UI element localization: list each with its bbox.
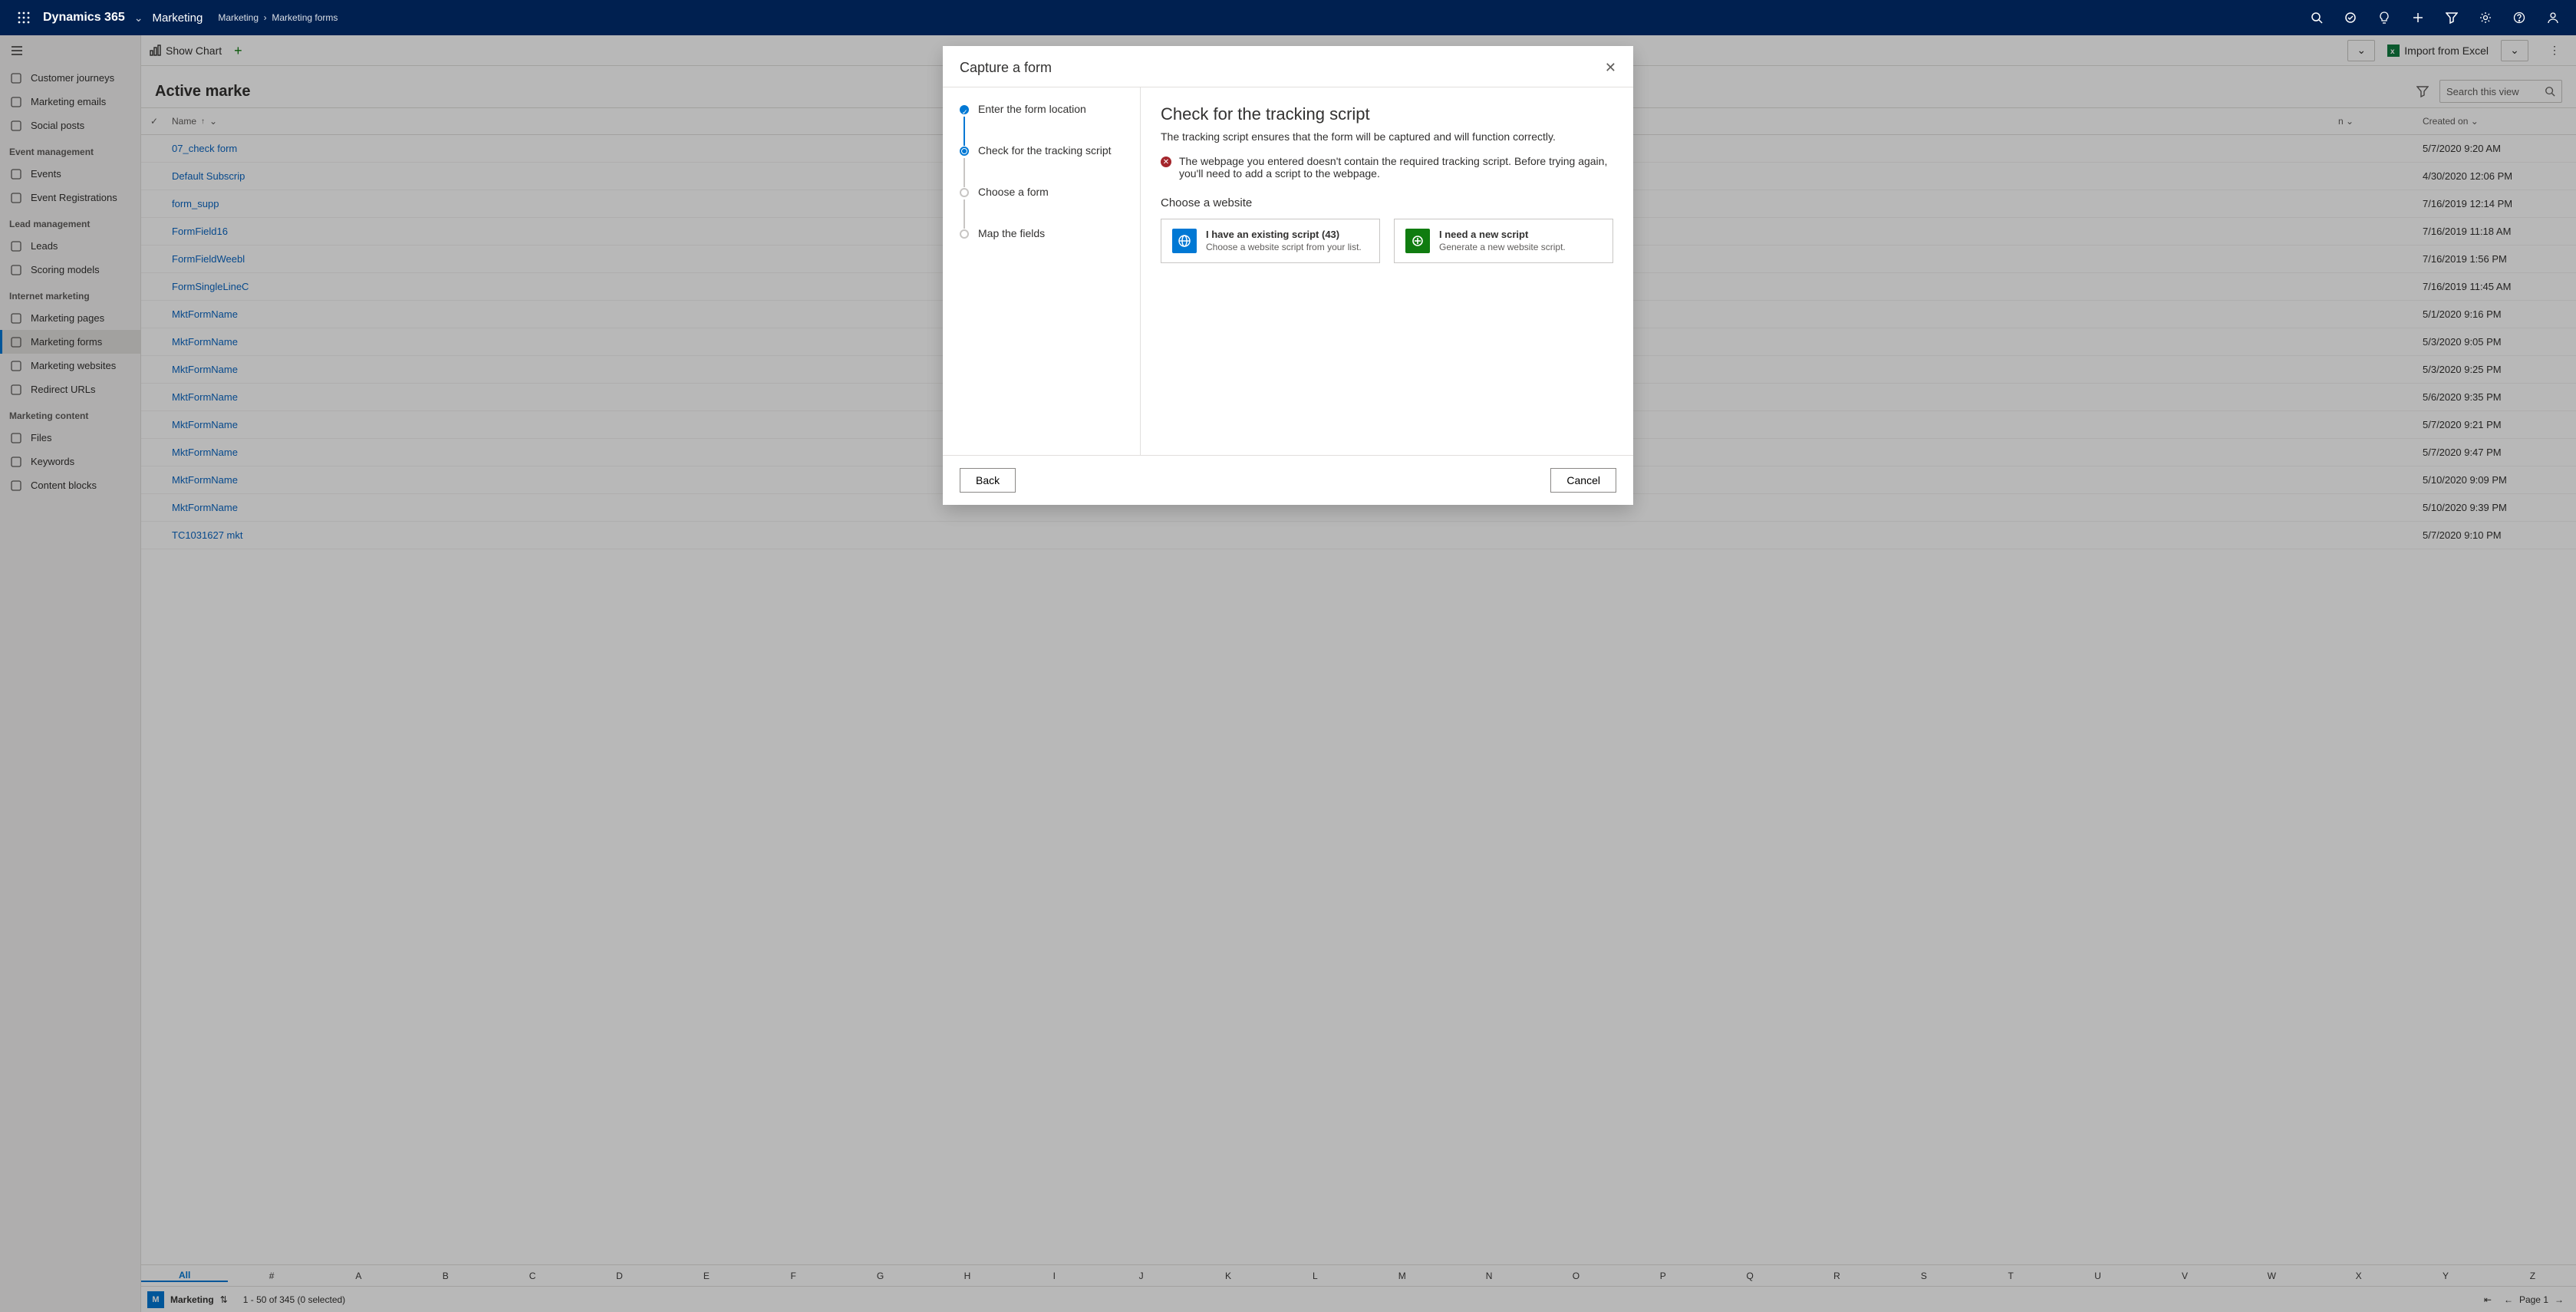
- search-icon[interactable]: [2300, 0, 2334, 35]
- help-icon[interactable]: [2502, 0, 2536, 35]
- existing-script-card[interactable]: I have an existing script (43) Choose a …: [1161, 219, 1380, 263]
- choose-website-heading: Choose a website: [1161, 196, 1613, 209]
- new-card-desc: Generate a new website script.: [1439, 242, 1566, 252]
- wizard-step[interactable]: Enter the form location: [960, 103, 1123, 144]
- error-text: The webpage you entered doesn't contain …: [1179, 155, 1613, 180]
- step-dot: [960, 229, 969, 239]
- globe-icon: [1172, 229, 1197, 253]
- crumb-2[interactable]: Marketing forms: [272, 12, 338, 23]
- wizard-steps: Enter the form location Check for the tra…: [943, 87, 1141, 455]
- crumb-1[interactable]: Marketing: [218, 12, 259, 23]
- cancel-button[interactable]: Cancel: [1550, 468, 1616, 493]
- wizard-step[interactable]: Choose a form: [960, 186, 1123, 227]
- global-header: Dynamics 365 ⌄ Marketing Marketing › Mar…: [0, 0, 2576, 35]
- panel-subtext: The tracking script ensures that the for…: [1161, 130, 1613, 143]
- task-icon[interactable]: [2334, 0, 2367, 35]
- step-label: Map the fields: [978, 227, 1045, 239]
- user-icon[interactable]: [2536, 0, 2570, 35]
- step-label: Enter the form location: [978, 103, 1086, 115]
- app-launcher-icon[interactable]: [6, 0, 41, 35]
- chevron-down-icon[interactable]: ⌄: [134, 12, 143, 25]
- step-dot: [960, 147, 969, 156]
- capture-form-modal: Capture a form ✕ Enter the form location…: [943, 46, 1633, 505]
- modal-title: Capture a form: [960, 60, 1052, 76]
- back-button[interactable]: Back: [960, 468, 1016, 493]
- step-dot: [960, 105, 969, 114]
- error-icon: ✕: [1161, 157, 1171, 167]
- step-label: Check for the tracking script: [978, 144, 1112, 157]
- new-card-title: I need a new script: [1439, 229, 1566, 240]
- gear-icon[interactable]: [2469, 0, 2502, 35]
- close-icon[interactable]: ✕: [1605, 60, 1616, 76]
- error-message: ✕ The webpage you entered doesn't contai…: [1161, 155, 1613, 180]
- filter-icon[interactable]: [2435, 0, 2469, 35]
- modal-overlay: Capture a form ✕ Enter the form location…: [0, 35, 2576, 1312]
- existing-card-title: I have an existing script (43): [1206, 229, 1362, 240]
- wizard-panel: Check for the tracking script The tracki…: [1141, 87, 1633, 455]
- header-area[interactable]: Marketing: [152, 12, 203, 25]
- new-script-card[interactable]: I need a new script Generate a new websi…: [1394, 219, 1613, 263]
- wizard-step[interactable]: Check for the tracking script: [960, 144, 1123, 186]
- wizard-step[interactable]: Map the fields: [960, 227, 1123, 239]
- brand-label[interactable]: Dynamics 365: [43, 11, 125, 25]
- step-dot: [960, 188, 969, 197]
- existing-card-desc: Choose a website script from your list.: [1206, 242, 1362, 252]
- plus-icon[interactable]: [2401, 0, 2435, 35]
- panel-heading: Check for the tracking script: [1161, 104, 1613, 124]
- lightbulb-icon[interactable]: [2367, 0, 2401, 35]
- plus-circle-icon: [1405, 229, 1430, 253]
- breadcrumb: Marketing › Marketing forms: [218, 12, 338, 23]
- step-label: Choose a form: [978, 186, 1049, 198]
